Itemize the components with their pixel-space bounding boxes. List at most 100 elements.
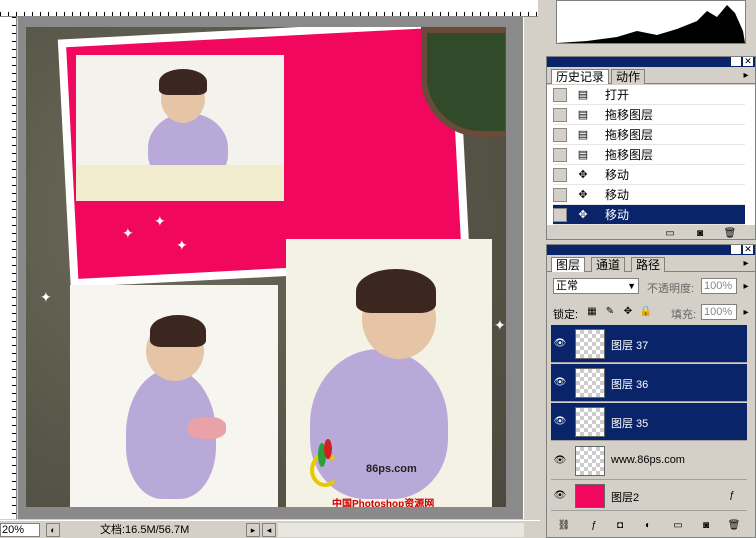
- sparkle-icon: ✦: [154, 213, 166, 229]
- minimize-icon[interactable]: [731, 57, 741, 66]
- document-canvas[interactable]: ✦ ✦ ✦ ✦ ✦ 86ps.com 中国Photoshop资源网: [26, 27, 506, 507]
- history-item[interactable]: ✥ 移动: [553, 185, 745, 205]
- link-layers-icon[interactable]: ⛓: [557, 519, 571, 533]
- layer-thumbnail: [575, 446, 605, 476]
- lock-brush-icon[interactable]: ✎: [603, 305, 617, 319]
- history-panel-titlebar[interactable]: ✕: [547, 57, 755, 67]
- opacity-field[interactable]: 100%: [701, 278, 737, 294]
- tab-history[interactable]: 历史记录: [551, 69, 610, 84]
- document-icon: ▤: [577, 129, 589, 141]
- history-item[interactable]: ✥ 移动: [553, 165, 745, 185]
- history-item[interactable]: ▤ 打开: [553, 85, 745, 105]
- document-icon: ▤: [577, 89, 589, 101]
- layers-list: 👁 图层 37 👁 图层 36 👁 图层 35 👁 www.86ps.com �: [547, 325, 755, 511]
- right-panels: ✕ 历史记录 动作 ▸ ▤ 打开 ▤ 拖移图层 ▤ 拖移图层 ▤ 拖移图层 ✥ …: [546, 0, 756, 538]
- history-panel: ✕ 历史记录 动作 ▸ ▤ 打开 ▤ 拖移图层 ▤ 拖移图层 ▤ 拖移图层 ✥ …: [546, 56, 756, 240]
- layer-style-icon[interactable]: ƒ: [587, 519, 601, 533]
- blend-mode-select[interactable]: 正常 ▼: [553, 278, 639, 294]
- watermark-logo: [304, 439, 344, 491]
- history-item[interactable]: ✥ 移动: [553, 205, 745, 225]
- trash-icon[interactable]: 🗑: [727, 519, 741, 533]
- eye-icon[interactable]: 👁: [551, 413, 569, 431]
- history-snapshot-checkbox[interactable]: [553, 148, 567, 162]
- layer-thumbnail: [575, 329, 605, 359]
- fill-arrow-icon[interactable]: ▸: [739, 306, 753, 320]
- trash-icon[interactable]: 🗑: [723, 227, 737, 241]
- canvas-area[interactable]: ✦ ✦ ✦ ✦ ✦ 86ps.com 中国Photoshop资源网: [18, 17, 540, 519]
- layer-row[interactable]: 👁 图层 36: [551, 364, 747, 402]
- history-snapshot-checkbox[interactable]: [553, 108, 567, 122]
- document-icon: ▤: [577, 109, 589, 121]
- history-snapshot-checkbox[interactable]: [553, 128, 567, 142]
- move-icon: ✥: [578, 169, 588, 181]
- opacity-arrow-icon[interactable]: ▸: [739, 280, 753, 294]
- layer-style-icon[interactable]: ƒ: [725, 489, 739, 503]
- watermark-brand: 86ps.com: [366, 463, 417, 475]
- tab-paths[interactable]: 路径: [631, 257, 666, 272]
- history-item[interactable]: ▤ 拖移图层: [553, 145, 745, 165]
- fill-field[interactable]: 100%: [701, 304, 737, 320]
- layer-thumbnail: [575, 368, 605, 398]
- layers-tabs: 图层 通道 路径 ▸: [547, 255, 755, 272]
- new-snapshot-icon[interactable]: ◙: [693, 227, 707, 241]
- layer-mask-icon[interactable]: ◘: [613, 519, 627, 533]
- close-icon[interactable]: ✕: [743, 57, 753, 66]
- layer-row[interactable]: 👁 图层2 ƒ: [551, 481, 747, 511]
- lock-all-icon[interactable]: 🔒: [639, 305, 653, 319]
- adjustment-layer-icon[interactable]: ◐: [641, 519, 655, 533]
- baby-photo-1: [76, 55, 284, 201]
- lock-move-icon[interactable]: ✥: [621, 305, 635, 319]
- eye-icon[interactable]: 👁: [551, 374, 569, 392]
- doc-info-menu-icon[interactable]: ◐: [46, 523, 60, 537]
- sparkle-icon: ✦: [494, 317, 506, 333]
- baby-hair: [356, 269, 436, 313]
- eye-icon[interactable]: 👁: [551, 487, 569, 505]
- vertical-scrollbar[interactable]: [523, 17, 540, 519]
- history-list: ▤ 打开 ▤ 拖移图层 ▤ 拖移图层 ▤ 拖移图层 ✥ 移动 ✥ 移动 ✥ 移动: [547, 85, 755, 225]
- minimize-icon[interactable]: [731, 245, 741, 254]
- layer-row[interactable]: 👁 www.86ps.com: [551, 442, 747, 480]
- lock-label: 锁定:: [553, 309, 579, 321]
- layers-footer: ⛓ ƒ ◘ ◐ ▭ ◙ 🗑: [547, 519, 755, 537]
- doc-size-info: 文档:16.5M/56.7M: [100, 524, 190, 536]
- baby-hair: [159, 69, 207, 95]
- horizontal-scrollbar[interactable]: [278, 523, 524, 537]
- zoom-field[interactable]: 20%: [0, 523, 40, 537]
- panel-menu-arrow-icon[interactable]: ▸: [739, 69, 753, 83]
- move-icon: ✥: [578, 209, 588, 221]
- panel-menu-arrow-icon[interactable]: ▸: [739, 257, 753, 271]
- new-document-from-state-icon[interactable]: ▭: [663, 227, 677, 241]
- histogram: [556, 0, 746, 44]
- history-item[interactable]: ▤ 拖移图层: [553, 105, 745, 125]
- sparkle-icon: ✦: [176, 237, 188, 253]
- document-icon: ▤: [577, 149, 589, 161]
- layer-row[interactable]: 👁 图层 35: [551, 403, 747, 441]
- histogram-graph: [557, 5, 745, 43]
- watermark-caption: 中国Photoshop资源网: [332, 499, 435, 507]
- top-ruler: [0, 0, 538, 17]
- eye-icon[interactable]: 👁: [551, 335, 569, 353]
- layers-panel: ✕ 图层 通道 路径 ▸ 正常 ▼ 不透明度: 100% ▸ 锁定: ▦ ✎ ✥…: [546, 244, 756, 538]
- pink-toy: [188, 417, 226, 439]
- opacity-label: 不透明度:: [647, 283, 695, 295]
- lock-transparency-icon[interactable]: ▦: [585, 305, 599, 319]
- history-item[interactable]: ▤ 拖移图层: [553, 125, 745, 145]
- move-icon: ✥: [578, 189, 588, 201]
- baby-hair: [150, 315, 206, 347]
- history-tabs: 历史记录 动作 ▸: [547, 67, 755, 84]
- scroll-left-icon[interactable]: ◂: [262, 523, 276, 537]
- new-layer-icon[interactable]: ◙: [699, 519, 713, 533]
- tab-channels[interactable]: 通道: [591, 257, 626, 272]
- history-snapshot-checkbox[interactable]: [553, 88, 567, 102]
- history-snapshot-checkbox[interactable]: [553, 188, 567, 202]
- tab-actions[interactable]: 动作: [611, 69, 646, 84]
- history-snapshot-checkbox[interactable]: [553, 208, 567, 222]
- tab-layers[interactable]: 图层: [551, 257, 586, 272]
- close-icon[interactable]: ✕: [743, 245, 753, 254]
- new-group-icon[interactable]: ▭: [671, 519, 685, 533]
- layers-panel-titlebar[interactable]: ✕: [547, 245, 755, 255]
- eye-icon[interactable]: 👁: [551, 452, 569, 470]
- history-snapshot-checkbox[interactable]: [553, 168, 567, 182]
- layer-row[interactable]: 👁 图层 37: [551, 325, 747, 363]
- status-menu-arrow-icon[interactable]: ▸: [246, 523, 260, 537]
